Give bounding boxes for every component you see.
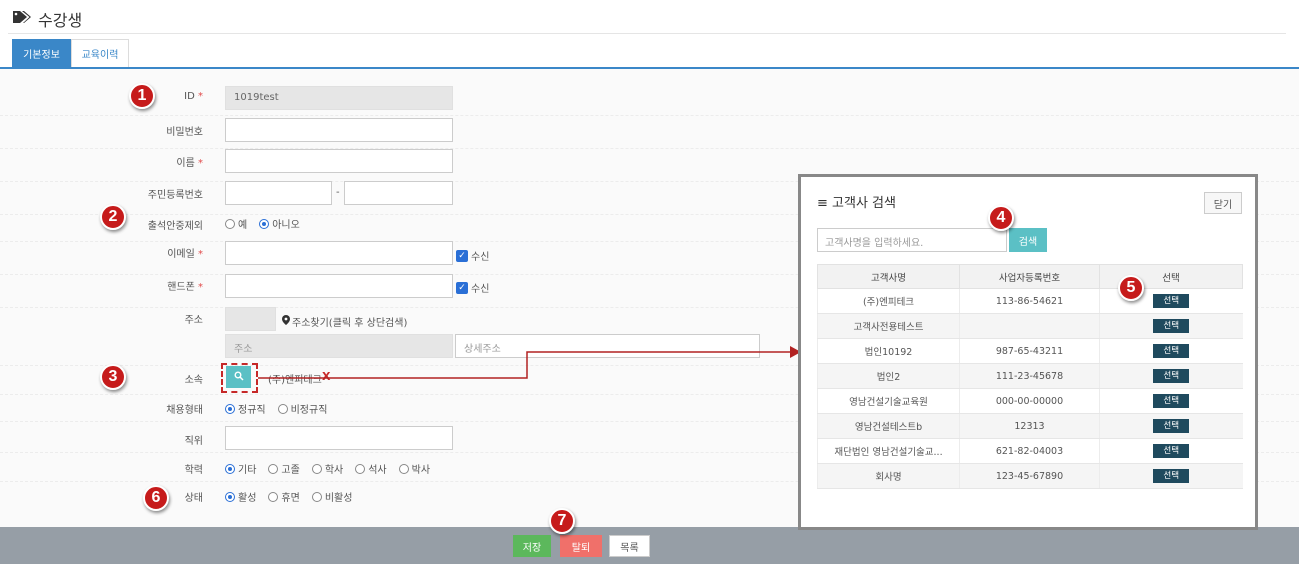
client-biz-number: 000-00-00000 bbox=[959, 388, 1100, 414]
annotation-badge-2: 2 bbox=[100, 204, 126, 230]
client-biz-number: 123-45-67890 bbox=[959, 463, 1100, 489]
annotation-badge-4: 4 bbox=[988, 205, 1014, 231]
table-row: 회사명 123-45-67890 선택 bbox=[817, 463, 1243, 489]
client-name: 영남건설기술교육원 bbox=[817, 388, 960, 414]
table-row: 고객사전용테스트 선택 bbox=[817, 313, 1243, 339]
client-biz-number: 12313 bbox=[959, 413, 1100, 439]
client-biz-number: 621-82-04003 bbox=[959, 438, 1100, 464]
menu-icon: ≡ bbox=[817, 196, 828, 211]
client-name: 법인2 bbox=[817, 363, 960, 389]
annotation-badge-5: 5 bbox=[1118, 275, 1144, 301]
select-button[interactable]: 선택 bbox=[1153, 419, 1190, 433]
select-button[interactable]: 선택 bbox=[1153, 369, 1190, 383]
table-header-row: 고객사명 사업자등록번호 선택 bbox=[817, 264, 1243, 289]
client-name: 회사명 bbox=[817, 463, 960, 489]
table-row: 법인2 111-23-45678 선택 bbox=[817, 363, 1243, 389]
annotation-badge-7: 7 bbox=[549, 508, 575, 534]
select-button[interactable]: 선택 bbox=[1153, 394, 1190, 408]
annotation-badge-1: 1 bbox=[129, 83, 155, 109]
table-row: 재단법인 영남건설기술교... 621-82-04003 선택 bbox=[817, 438, 1243, 464]
select-button[interactable]: 선택 bbox=[1153, 444, 1190, 458]
select-button[interactable]: 선택 bbox=[1153, 319, 1190, 333]
select-button[interactable]: 선택 bbox=[1153, 469, 1190, 483]
client-name: (주)엔피테크 bbox=[817, 288, 960, 314]
close-button[interactable]: 닫기 bbox=[1204, 192, 1242, 214]
table-row: (주)엔피테크 113-86-54621 선택 bbox=[817, 288, 1243, 314]
client-name: 법인10192 bbox=[817, 338, 960, 364]
client-search-modal: ≡ 고객사 검색 닫기 고객사명을 입력하세요. 검색 고객사명 사업자등록번호… bbox=[798, 174, 1258, 530]
client-biz-number: 987-65-43211 bbox=[959, 338, 1100, 364]
select-button[interactable]: 선택 bbox=[1153, 344, 1190, 358]
select-button[interactable]: 선택 bbox=[1153, 294, 1190, 308]
client-biz-number: 113-86-54621 bbox=[959, 288, 1100, 314]
client-name: 고객사전용테스트 bbox=[817, 313, 960, 339]
modal-title: ≡ 고객사 검색 bbox=[817, 196, 896, 211]
client-biz-number bbox=[959, 313, 1100, 339]
table-row: 영남건설테스트b 12313 선택 bbox=[817, 413, 1243, 439]
client-search-button[interactable]: 검색 bbox=[1009, 228, 1047, 252]
column-header-biz: 사업자등록번호 bbox=[959, 264, 1100, 289]
table-row: 영남건설기술교육원 000-00-00000 선택 bbox=[817, 388, 1243, 414]
client-biz-number: 111-23-45678 bbox=[959, 363, 1100, 389]
column-header-name: 고객사명 bbox=[817, 264, 960, 289]
client-table: 고객사명 사업자등록번호 선택 (주)엔피테크 113-86-54621 선택 고객… bbox=[817, 264, 1243, 489]
annotation-badge-3: 3 bbox=[100, 364, 126, 390]
client-name: 재단법인 영남건설기술교... bbox=[817, 438, 960, 464]
client-name: 영남건설테스트b bbox=[817, 413, 960, 439]
annotation-badge-6: 6 bbox=[143, 485, 169, 511]
table-row: 법인10192 987-65-43211 선택 bbox=[817, 338, 1243, 364]
client-search-input[interactable]: 고객사명을 입력하세요. bbox=[817, 228, 1007, 252]
